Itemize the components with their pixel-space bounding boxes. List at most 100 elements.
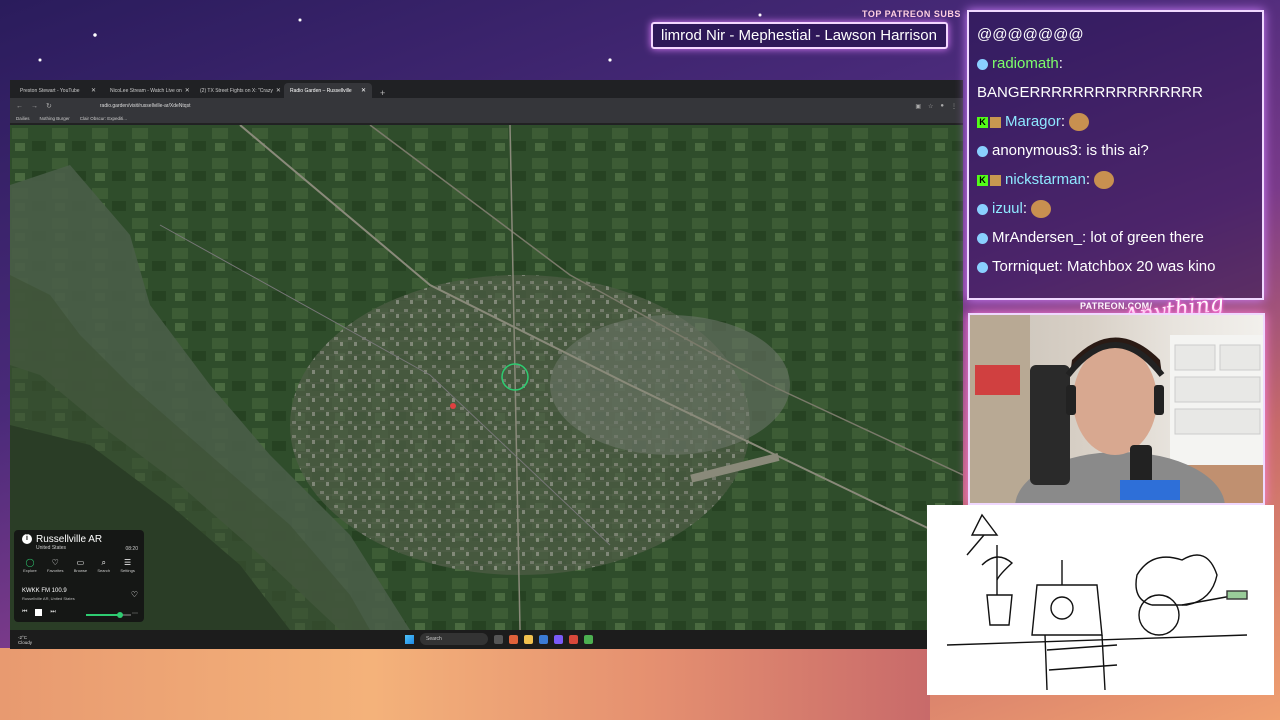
player-controls: ⏮ ⏭ xyxy=(22,609,56,616)
reload-icon[interactable]: ↻ xyxy=(46,102,52,110)
browser-app-icon[interactable] xyxy=(509,634,518,644)
bookmarks-bar: Dailies Nothing Burger Clair Obscur: Exp… xyxy=(10,114,963,124)
chat-badge-icon xyxy=(977,232,988,244)
chat-message: anonymous3: is this ai? xyxy=(977,136,1254,165)
taskbar-apps: Search xyxy=(405,633,593,645)
windows-start-icon[interactable] xyxy=(405,634,414,644)
bookmark-nothing-burger[interactable]: Nothing Burger xyxy=(40,116,70,121)
close-icon[interactable]: ✕ xyxy=(185,87,190,94)
volume-slider[interactable] xyxy=(86,612,131,618)
profile-icon[interactable]: ● xyxy=(940,103,944,110)
windows-taskbar: -2°C Cloudy Search xyxy=(10,630,928,649)
close-icon[interactable]: ✕ xyxy=(361,87,366,94)
weather-widget[interactable]: -2°C Cloudy xyxy=(18,635,32,645)
background-sand xyxy=(0,648,930,720)
toolbar-actions: ▣ ☆ ● ⋮ xyxy=(915,103,957,110)
tab-label: Preston Stewart - YouTube xyxy=(20,87,80,94)
drawing-sketch xyxy=(946,513,1248,691)
emote-icon xyxy=(1069,113,1090,132)
close-icon[interactable]: ✕ xyxy=(91,87,96,94)
nav-label: Settings xyxy=(120,568,135,573)
kick-badge-icon: K xyxy=(977,116,988,128)
task-view-icon[interactable] xyxy=(494,634,503,644)
tab-label: Radio Garden – Russellville xyxy=(290,87,352,94)
nav-browse[interactable]: ▭ Browse xyxy=(74,558,87,573)
app-icon[interactable] xyxy=(539,634,548,644)
patreon-subs-ticker: limrod Nir - Mephestial - Lawson Harriso… xyxy=(651,22,948,49)
next-icon[interactable]: ⏭ xyxy=(50,609,55,616)
settings-icon: ☰ xyxy=(124,558,132,567)
emote-icon xyxy=(1031,200,1052,219)
chat-username[interactable]: MrAndersen_ xyxy=(992,229,1082,246)
file-explorer-icon[interactable] xyxy=(524,634,533,644)
forward-icon[interactable]: → xyxy=(31,103,38,110)
volume-fill xyxy=(86,614,120,616)
nav-favorites[interactable]: ♡ Favorites xyxy=(47,558,63,573)
subscriber-badge-icon xyxy=(990,174,1001,186)
extensions-icon[interactable]: ▣ xyxy=(915,103,921,110)
taskbar-search[interactable]: Search xyxy=(420,633,488,645)
chat-badge-icon xyxy=(977,261,988,273)
browser-toolbar: ← → ↻ radio.garden/visit/russellville-ar… xyxy=(10,98,963,114)
close-icon[interactable]: ✕ xyxy=(276,87,281,94)
favorite-heart-icon[interactable]: ♡ xyxy=(131,590,138,599)
subscriber-badge-icon xyxy=(990,116,1001,128)
chat-message: MrAndersen_: lot of green there xyxy=(977,223,1254,252)
chat-text: BANGERRRRRRRRRRRRRRRR xyxy=(977,84,1203,101)
tab-youtube[interactable]: Preston Stewart - YouTube ✕ xyxy=(14,83,102,98)
chrome-icon[interactable] xyxy=(584,634,593,644)
nav-label: Favorites xyxy=(47,568,64,573)
chat-separator: : xyxy=(1085,171,1095,188)
top-patreon-subs-label: TOP PATREON SUBS xyxy=(862,9,961,19)
chat-badge-icon xyxy=(977,58,988,70)
tab-tx-street-fights[interactable]: (2) TX Street Fights on X: "Crazy ✕ xyxy=(194,83,282,98)
chat-username[interactable]: @@@@@@@ xyxy=(977,26,1084,43)
chat-message: radiomath: BANGERRRRRRRRRRRRRRRR xyxy=(977,49,1254,107)
back-icon[interactable]: ← xyxy=(16,103,23,110)
more-icon[interactable]: ⋯ xyxy=(132,610,138,617)
radio-nav: ◯ Explore ♡ Favorites ▭ Browse ⌕ Search ☰ Set… xyxy=(18,558,140,573)
bookmark-dailies[interactable]: Dailies xyxy=(16,116,30,121)
nav-explore[interactable]: ◯ Explore xyxy=(23,558,37,573)
tab-nicolee[interactable]: NicoLee Stream - Watch Live on ✕ xyxy=(104,83,192,98)
chat-text: lot of green there xyxy=(1090,229,1204,246)
stop-button[interactable] xyxy=(35,609,43,616)
station-name[interactable]: KWKK FM 100.9 xyxy=(22,588,67,594)
chat-username[interactable]: nickstarman xyxy=(1005,171,1086,188)
address-bar[interactable]: radio.garden/visit/russellville-ar/XdeNt… xyxy=(100,103,191,109)
country-name: United States xyxy=(36,545,67,551)
previous-icon[interactable]: ⏮ xyxy=(22,609,27,616)
chat-username[interactable]: Torrniquet xyxy=(992,258,1059,275)
chat-badge-icon xyxy=(977,203,988,215)
info-icon[interactable]: i xyxy=(22,534,32,544)
nav-settings[interactable]: ☰ Settings xyxy=(120,558,134,573)
nav-label: Explore xyxy=(23,568,37,573)
chat-message: Torrniquet: Matchbox 20 was kino xyxy=(977,252,1254,281)
chat-username[interactable]: anonymous3 xyxy=(992,142,1078,159)
chat-username[interactable]: Maragor xyxy=(1005,113,1061,130)
bookmark-clair-obscur[interactable]: Clair Obscur: Expediti... xyxy=(80,116,127,121)
map-imagery xyxy=(10,125,963,630)
chat-username[interactable]: izuul xyxy=(992,200,1023,217)
bookmark-star-icon[interactable]: ☆ xyxy=(928,103,933,110)
satellite-map[interactable] xyxy=(10,125,963,630)
local-time: 08:20 xyxy=(125,546,138,552)
chat-message: Knickstarman: xyxy=(977,165,1254,194)
volume-knob[interactable] xyxy=(116,612,123,618)
explore-icon: ◯ xyxy=(25,558,35,567)
menu-icon[interactable]: ⋮ xyxy=(951,103,957,110)
nav-search[interactable]: ⌕ Search xyxy=(97,558,110,573)
tab-label: NicoLee Stream - Watch Live on xyxy=(110,87,182,94)
chat-drawing xyxy=(927,505,1274,695)
tab-radio-garden[interactable]: Radio Garden – Russellville ✕ xyxy=(284,83,372,98)
tab-label: (2) TX Street Fights on X: "Crazy xyxy=(200,87,273,94)
radio-garden-panel: i Russellville AR United States 08:20 ◯ E… xyxy=(14,530,144,622)
discord-icon[interactable] xyxy=(554,634,563,644)
new-tab-icon[interactable]: + xyxy=(374,88,391,98)
chat-username[interactable]: radiomath xyxy=(992,55,1059,72)
chat-text: is this ai? xyxy=(1086,142,1149,159)
nav-label: Search xyxy=(97,568,111,573)
obs-icon[interactable] xyxy=(569,634,578,644)
chat-text: Matchbox 20 was kino xyxy=(1067,258,1216,275)
chat-message: @@@@@@@ xyxy=(977,20,1254,49)
